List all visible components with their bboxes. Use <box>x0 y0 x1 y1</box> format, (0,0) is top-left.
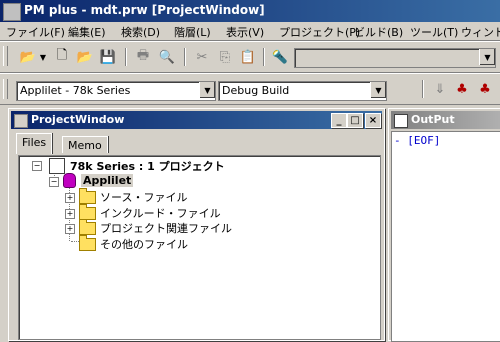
tree-folder-node[interactable]: インクルード・ファイル <box>79 203 221 221</box>
project-window-title: ProjectWindow <box>31 113 125 126</box>
menu-view[interactable]: 表示(V) <box>226 24 264 40</box>
tree-project-node[interactable]: Applilet <box>63 173 134 188</box>
tree-folder-node[interactable]: プロジェクト関連ファイル <box>79 218 232 236</box>
tab-memo-label: Memo <box>68 139 102 152</box>
folder-icon <box>79 218 96 235</box>
menu-search[interactable]: 検索(D) <box>121 24 160 40</box>
project-select[interactable]: Applilet - 78k Series ▼ <box>16 81 216 101</box>
tree-folder-node[interactable]: ソース・ファイル <box>79 187 188 205</box>
window-icon <box>394 114 408 128</box>
app-title: PM plus - mdt.prw [ProjectWindow] <box>24 3 265 17</box>
tree-root-label: 78k Series : 1 プロジェクト <box>70 160 225 173</box>
save-icon[interactable]: 💾 <box>98 47 118 67</box>
app-titlebar[interactable]: PM plus - mdt.prw [ProjectWindow] <box>0 0 500 22</box>
folder-icon <box>79 234 96 251</box>
expand-toggle[interactable]: + <box>65 209 75 219</box>
project-window: ProjectWindow _ □ × Files Memo − 78k Ser… <box>8 108 385 341</box>
tab-memo[interactable]: Memo <box>62 136 108 153</box>
toolbar-grip[interactable] <box>3 46 8 66</box>
toolbar-separator <box>422 80 424 98</box>
open-workspace-icon[interactable]: 📂 <box>18 47 38 67</box>
project-select-value: Applilet - 78k Series <box>20 84 131 97</box>
print-preview-icon[interactable]: 🔍 <box>157 47 177 67</box>
build-config-select[interactable]: Debug Build ▼ <box>218 81 387 101</box>
menu-build[interactable]: ビルド(B) <box>354 24 403 40</box>
menu-file[interactable]: ファイル(F) <box>6 24 65 40</box>
tree-folder-label: その他のファイル <box>100 238 188 251</box>
project-tree[interactable]: − 78k Series : 1 プロジェクト − Applilet + ソース… <box>18 155 381 340</box>
menu-window[interactable]: ウィンドウ <box>461 24 500 40</box>
print-icon[interactable]: 🖶 <box>133 47 153 67</box>
folder-icon <box>79 187 96 204</box>
project-icon <box>63 173 76 188</box>
expand-toggle[interactable]: + <box>65 224 75 234</box>
collapse-toggle[interactable]: − <box>32 161 42 171</box>
cut-icon[interactable]: ✂ <box>192 47 212 67</box>
new-file-icon[interactable]: 🗋 <box>52 47 72 67</box>
menu-tools[interactable]: ツール(T) <box>410 24 458 40</box>
chevron-down-icon[interactable]: ▼ <box>370 82 386 98</box>
tree-folder-node[interactable]: その他のファイル <box>79 234 188 252</box>
app-icon <box>3 3 21 21</box>
chevron-down-icon[interactable]: ▼ <box>38 47 48 67</box>
standard-toolbar: 📂 ▼ 🗋 📂 💾 🖶 🔍 ✂ ⎘ 📋 🔦 ▼ <box>0 41 500 73</box>
menu-level[interactable]: 階層(L) <box>174 24 211 40</box>
build-toolbar: Applilet - 78k Series ▼ Debug Build ▼ ⇓ … <box>0 73 500 105</box>
toolbar-separator <box>263 48 265 66</box>
chevron-down-icon[interactable]: ▼ <box>479 49 495 65</box>
paste-icon[interactable]: 📋 <box>238 47 258 67</box>
output-text: - [EOF] <box>394 134 441 147</box>
window-icon <box>14 114 28 128</box>
output-window-title: OutPut <box>411 113 455 126</box>
expand-toggle[interactable]: + <box>65 193 75 203</box>
toolbar-separator <box>125 48 127 66</box>
output-window-titlebar[interactable]: OutPut <box>391 111 500 129</box>
download-icon[interactable]: ⇓ <box>430 79 450 99</box>
collapse-toggle[interactable]: − <box>49 177 59 187</box>
build-config-value: Debug Build <box>222 84 290 97</box>
tree-folder-label: ソース・ファイル <box>100 191 188 204</box>
workspace-icon <box>49 158 65 174</box>
maximize-icon[interactable]: □ <box>347 113 363 128</box>
find-combo[interactable]: ▼ <box>294 48 496 68</box>
open-file-icon[interactable]: 📂 <box>75 47 95 67</box>
build-icon[interactable]: ♣ <box>452 79 472 99</box>
copy-icon[interactable]: ⎘ <box>215 47 235 67</box>
tree-folder-label: プロジェクト関連ファイル <box>100 222 232 235</box>
find-icon[interactable]: 🔦 <box>270 47 290 67</box>
output-pane[interactable]: - [EOF] <box>391 131 500 342</box>
tree-root-node[interactable]: 78k Series : 1 プロジェクト <box>49 158 225 174</box>
tree-project-label: Applilet <box>81 174 134 187</box>
rebuild-all-icon[interactable]: ♣ <box>475 79 495 99</box>
tree-folder-label: インクルード・ファイル <box>100 207 221 220</box>
output-window: OutPut - [EOF] <box>388 108 500 342</box>
project-window-titlebar[interactable]: ProjectWindow _ □ × <box>11 111 382 129</box>
menu-project[interactable]: プロジェクト(P) <box>279 24 360 40</box>
menu-edit[interactable]: 編集(E) <box>68 24 106 40</box>
close-icon[interactable]: × <box>365 113 381 128</box>
toolbar-grip[interactable] <box>3 79 8 99</box>
tab-files-label: Files <box>22 136 47 149</box>
menubar: ファイル(F) 編集(E) 検索(D) 階層(L) 表示(V) プロジェクト(P… <box>0 22 500 41</box>
chevron-down-icon[interactable]: ▼ <box>199 82 215 98</box>
minimize-icon[interactable]: _ <box>331 113 347 128</box>
tab-files[interactable]: Files <box>16 133 53 154</box>
toolbar-separator <box>184 48 186 66</box>
